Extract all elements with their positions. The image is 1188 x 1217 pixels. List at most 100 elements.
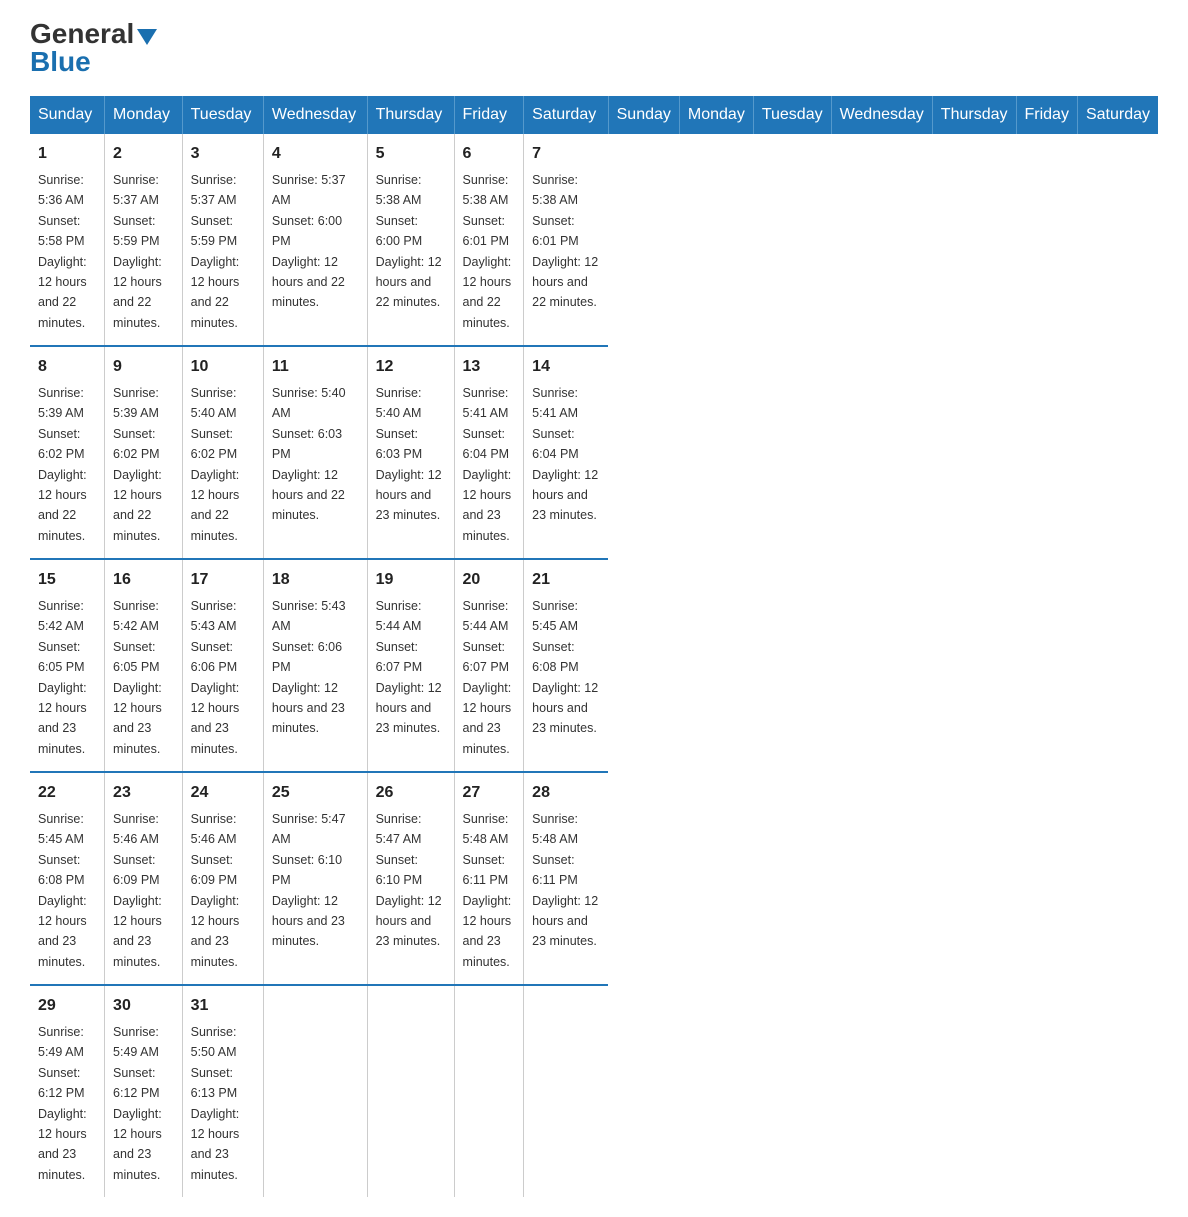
week-row-2: 8 Sunrise: 5:39 AMSunset: 6:02 PMDaylight…	[30, 346, 1158, 559]
day-info: Sunrise: 5:50 AMSunset: 6:13 PMDaylight:…	[191, 1025, 240, 1182]
col-header-saturday: Saturday	[1077, 96, 1158, 134]
col-header-tuesday: Tuesday	[182, 96, 263, 134]
day-number: 18	[272, 568, 359, 592]
day-number: 14	[532, 355, 600, 379]
calendar-cell: 27 Sunrise: 5:48 AMSunset: 6:11 PMDayligh…	[454, 772, 524, 985]
day-info: Sunrise: 5:42 AMSunset: 6:05 PMDaylight:…	[113, 599, 162, 756]
day-info: Sunrise: 5:36 AMSunset: 5:58 PMDaylight:…	[38, 173, 87, 330]
col-header-sunday: Sunday	[608, 96, 679, 134]
day-number: 5	[376, 142, 446, 166]
calendar-cell: 19 Sunrise: 5:44 AMSunset: 6:07 PMDayligh…	[367, 559, 454, 772]
day-info: Sunrise: 5:43 AMSunset: 6:06 PMDaylight:…	[191, 599, 240, 756]
day-number: 22	[38, 781, 96, 805]
calendar-cell: 31 Sunrise: 5:50 AMSunset: 6:13 PMDayligh…	[182, 985, 263, 1197]
calendar-cell: 2Sunrise: 5:37 AMSunset: 5:59 PMDaylight…	[105, 134, 183, 346]
day-info: Sunrise: 5:39 AMSunset: 6:02 PMDaylight:…	[38, 386, 87, 543]
calendar-cell	[367, 985, 454, 1197]
day-info: Sunrise: 5:38 AMSunset: 6:01 PMDaylight:…	[463, 173, 512, 330]
day-info: Sunrise: 5:46 AMSunset: 6:09 PMDaylight:…	[191, 812, 240, 969]
day-info: Sunrise: 5:45 AMSunset: 6:08 PMDaylight:…	[532, 599, 598, 735]
day-info: Sunrise: 5:41 AMSunset: 6:04 PMDaylight:…	[532, 386, 598, 522]
week-row-1: 1 Sunrise: 5:36 AMSunset: 5:58 PMDaylight…	[30, 134, 1158, 346]
day-info: Sunrise: 5:40 AMSunset: 6:03 PMDaylight:…	[272, 386, 346, 522]
week-row-4: 22 Sunrise: 5:45 AMSunset: 6:08 PMDayligh…	[30, 772, 1158, 985]
day-info: Sunrise: 5:48 AMSunset: 6:11 PMDaylight:…	[532, 812, 598, 948]
day-number: 16	[113, 568, 174, 592]
calendar-cell: 25 Sunrise: 5:47 AMSunset: 6:10 PMDayligh…	[263, 772, 367, 985]
col-header-friday: Friday	[454, 96, 524, 134]
week-row-3: 15 Sunrise: 5:42 AMSunset: 6:05 PMDayligh…	[30, 559, 1158, 772]
calendar-cell: 28 Sunrise: 5:48 AMSunset: 6:11 PMDayligh…	[524, 772, 608, 985]
day-number: 17	[191, 568, 255, 592]
day-info: Sunrise: 5:38 AMSunset: 6:01 PMDaylight:…	[532, 173, 598, 309]
day-info: Sunrise: 5:45 AMSunset: 6:08 PMDaylight:…	[38, 812, 87, 969]
calendar-cell: 7Sunrise: 5:38 AMSunset: 6:01 PMDaylight…	[524, 134, 608, 346]
day-number: 27	[463, 781, 516, 805]
calendar-cell: 22 Sunrise: 5:45 AMSunset: 6:08 PMDayligh…	[30, 772, 105, 985]
calendar-cell: 18 Sunrise: 5:43 AMSunset: 6:06 PMDayligh…	[263, 559, 367, 772]
day-number: 3	[191, 142, 255, 166]
col-header-monday: Monday	[679, 96, 753, 134]
day-number: 8	[38, 355, 96, 379]
day-info: Sunrise: 5:40 AMSunset: 6:03 PMDaylight:…	[376, 386, 442, 522]
calendar-table: SundayMondayTuesdayWednesdayThursdayFrid…	[30, 96, 1158, 1197]
calendar-header-row: SundayMondayTuesdayWednesdayThursdayFrid…	[30, 96, 1158, 134]
calendar-cell: 20 Sunrise: 5:44 AMSunset: 6:07 PMDayligh…	[454, 559, 524, 772]
logo-general: General	[30, 20, 134, 48]
day-number: 19	[376, 568, 446, 592]
calendar-cell: 5 Sunrise: 5:38 AMSunset: 6:00 PMDaylight…	[367, 134, 454, 346]
page-header: General Blue	[30, 20, 1158, 76]
day-info: Sunrise: 5:46 AMSunset: 6:09 PMDaylight:…	[113, 812, 162, 969]
day-number: 25	[272, 781, 359, 805]
day-number: 1	[38, 142, 96, 166]
calendar-cell	[524, 985, 608, 1197]
day-number: 30	[113, 994, 174, 1018]
day-info: Sunrise: 5:43 AMSunset: 6:06 PMDaylight:…	[272, 599, 346, 735]
calendar-cell: 12 Sunrise: 5:40 AMSunset: 6:03 PMDayligh…	[367, 346, 454, 559]
day-number: 10	[191, 355, 255, 379]
day-number: 24	[191, 781, 255, 805]
day-info: Sunrise: 5:48 AMSunset: 6:11 PMDaylight:…	[463, 812, 512, 969]
day-info: Sunrise: 5:44 AMSunset: 6:07 PMDaylight:…	[376, 599, 442, 735]
col-header-friday: Friday	[1016, 96, 1077, 134]
calendar-cell	[263, 985, 367, 1197]
calendar-cell: 16 Sunrise: 5:42 AMSunset: 6:05 PMDayligh…	[105, 559, 183, 772]
day-number: 12	[376, 355, 446, 379]
day-number: 21	[532, 568, 600, 592]
day-info: Sunrise: 5:37 AMSunset: 5:59 PMDaylight:…	[191, 173, 240, 330]
day-number: 20	[463, 568, 516, 592]
day-number: 6	[463, 142, 516, 166]
day-info: Sunrise: 5:37 AMSunset: 5:59 PMDaylight:…	[113, 173, 162, 330]
col-header-saturday: Saturday	[524, 96, 608, 134]
calendar-cell: 3 Sunrise: 5:37 AMSunset: 5:59 PMDaylight…	[182, 134, 263, 346]
calendar-cell: 17 Sunrise: 5:43 AMSunset: 6:06 PMDayligh…	[182, 559, 263, 772]
day-number: 13	[463, 355, 516, 379]
logo-triangle-icon	[137, 29, 157, 45]
day-number: 4	[272, 142, 359, 166]
calendar-cell: 21 Sunrise: 5:45 AMSunset: 6:08 PMDayligh…	[524, 559, 608, 772]
day-number: 11	[272, 355, 359, 379]
col-header-sunday: Sunday	[30, 96, 105, 134]
calendar-cell: 29Sunrise: 5:49 AMSunset: 6:12 PMDayligh…	[30, 985, 105, 1197]
day-number: 15	[38, 568, 96, 592]
logo-blue: Blue	[30, 48, 91, 76]
calendar-cell: 30Sunrise: 5:49 AMSunset: 6:12 PMDayligh…	[105, 985, 183, 1197]
day-number: 28	[532, 781, 600, 805]
calendar-cell: 14 Sunrise: 5:41 AMSunset: 6:04 PMDayligh…	[524, 346, 608, 559]
day-info: Sunrise: 5:39 AMSunset: 6:02 PMDaylight:…	[113, 386, 162, 543]
day-number: 29	[38, 994, 96, 1018]
day-info: Sunrise: 5:47 AMSunset: 6:10 PMDaylight:…	[272, 812, 346, 948]
day-number: 31	[191, 994, 255, 1018]
day-info: Sunrise: 5:38 AMSunset: 6:00 PMDaylight:…	[376, 173, 442, 309]
day-number: 23	[113, 781, 174, 805]
day-info: Sunrise: 5:40 AMSunset: 6:02 PMDaylight:…	[191, 386, 240, 543]
col-header-wednesday: Wednesday	[263, 96, 367, 134]
day-info: Sunrise: 5:47 AMSunset: 6:10 PMDaylight:…	[376, 812, 442, 948]
col-header-wednesday: Wednesday	[831, 96, 932, 134]
calendar-cell: 11 Sunrise: 5:40 AMSunset: 6:03 PMDayligh…	[263, 346, 367, 559]
day-info: Sunrise: 5:44 AMSunset: 6:07 PMDaylight:…	[463, 599, 512, 756]
calendar-cell	[454, 985, 524, 1197]
week-row-5: 29Sunrise: 5:49 AMSunset: 6:12 PMDayligh…	[30, 985, 1158, 1197]
day-number: 9	[113, 355, 174, 379]
day-info: Sunrise: 5:37 AMSunset: 6:00 PMDaylight:…	[272, 173, 346, 309]
